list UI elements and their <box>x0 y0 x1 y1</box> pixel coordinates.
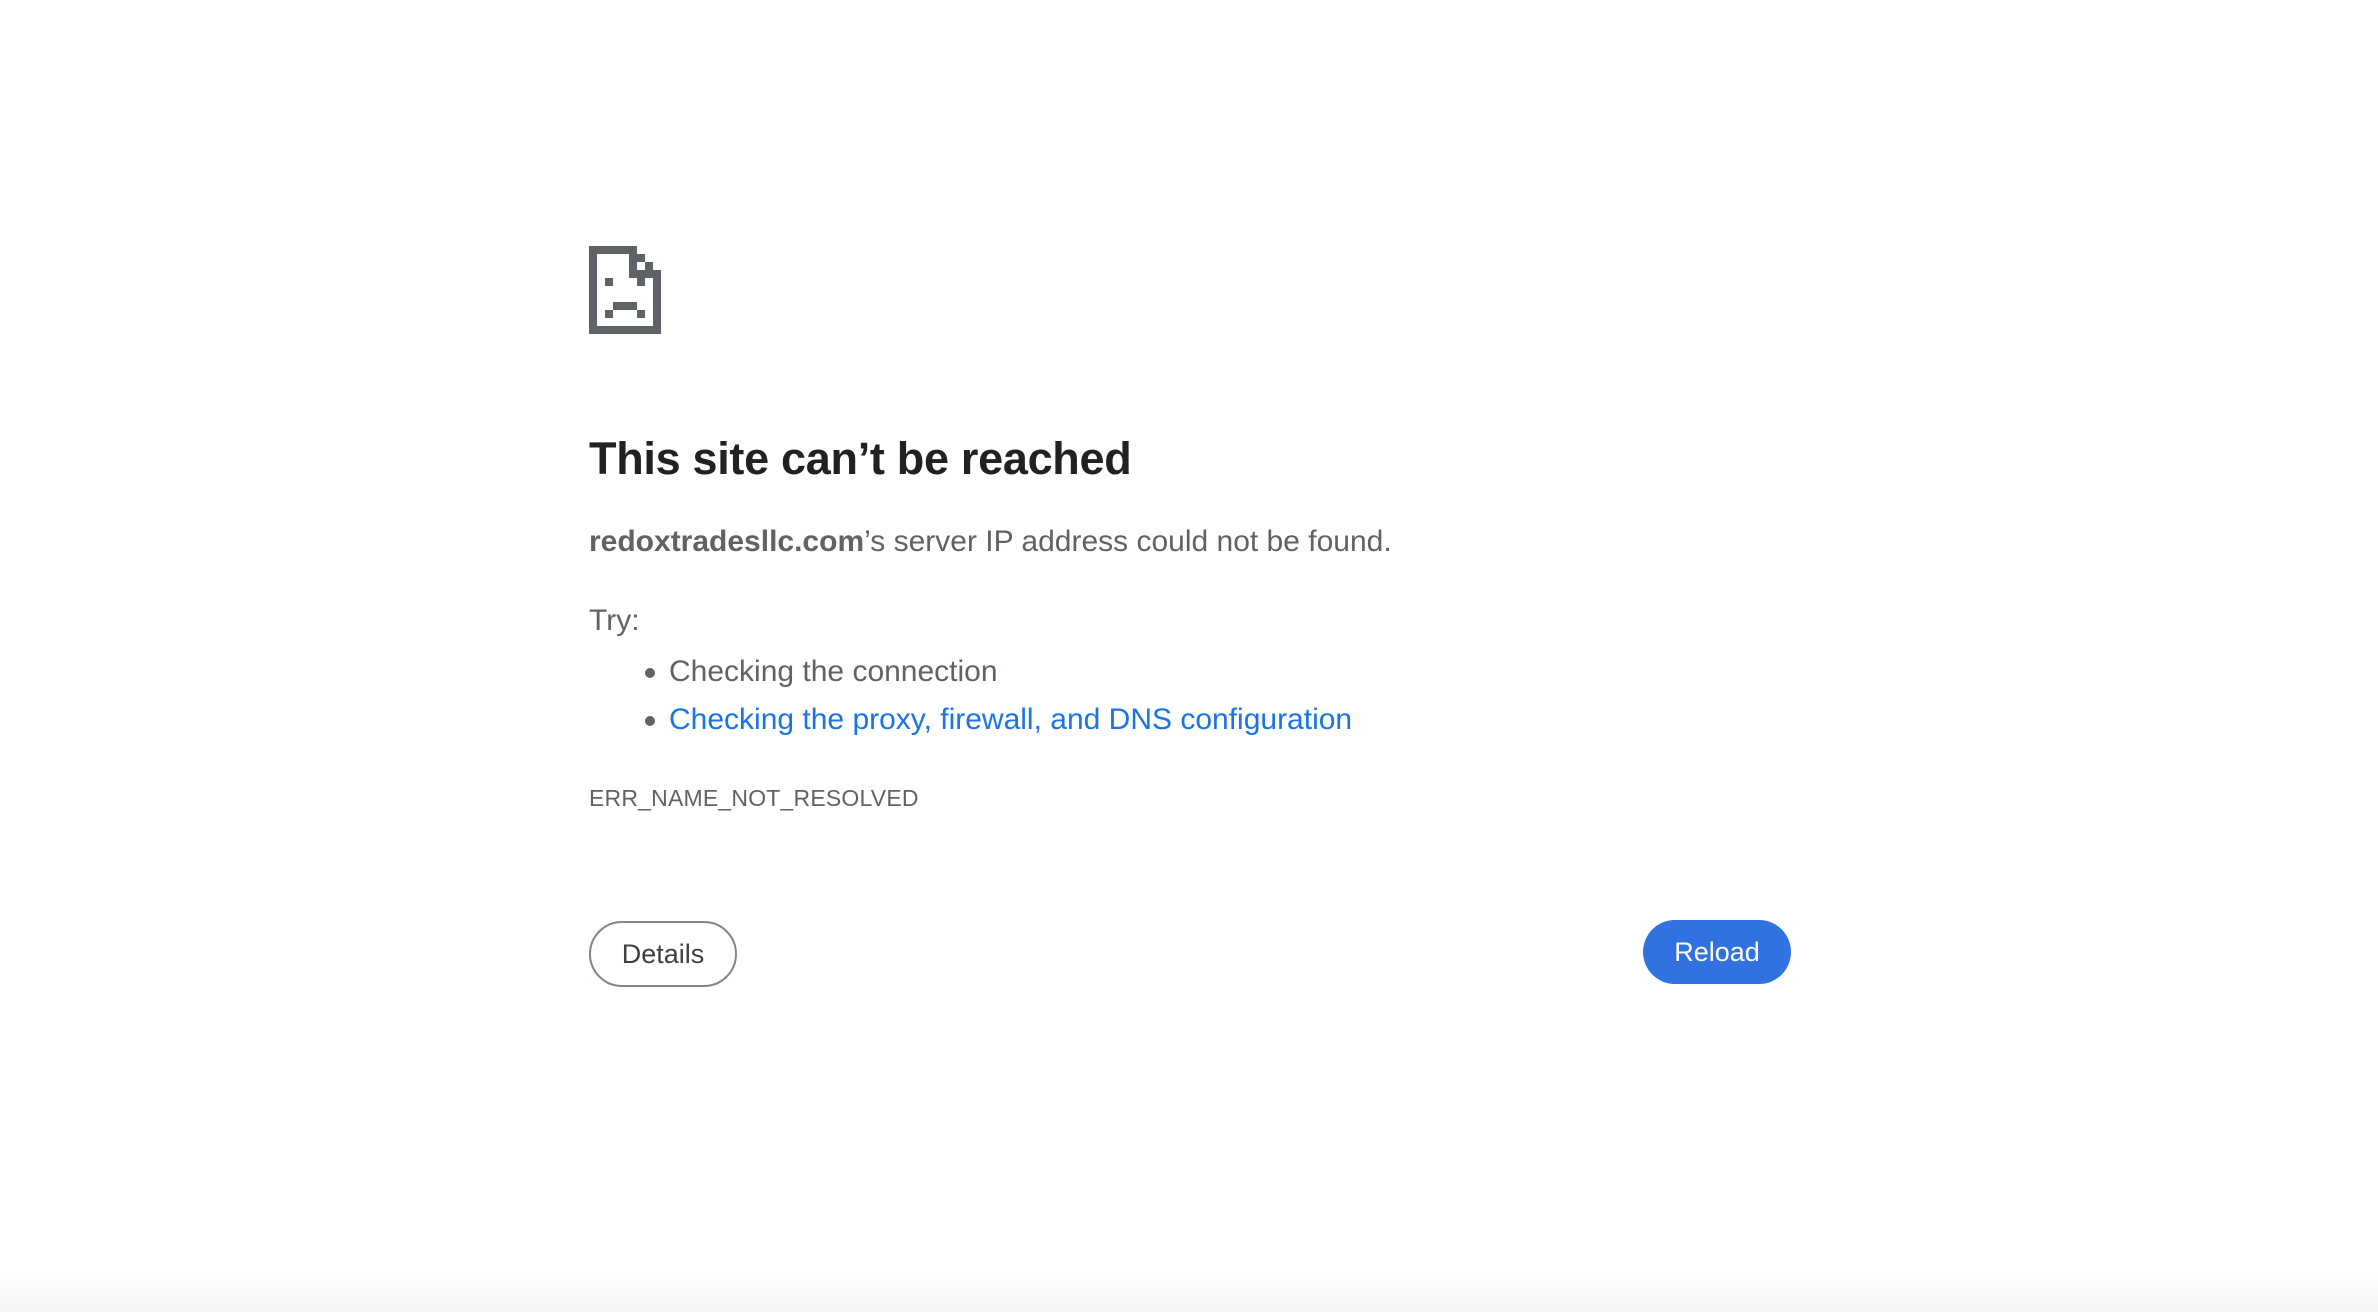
try-label: Try: <box>589 604 640 637</box>
error-host: redoxtradesllc.com <box>589 525 865 558</box>
error-code: ERR_NAME_NOT_RESOLVED <box>589 785 919 811</box>
error-page: This site can’t be reached redoxtradesll… <box>0 0 2378 1312</box>
error-message: ’s server IP address could not be found. <box>864 525 1392 558</box>
bullet-icon <box>645 668 655 678</box>
bottom-shadow <box>0 1272 2378 1312</box>
suggestions-list: Checking the connection Checking the pro… <box>589 648 1352 744</box>
suggestion-proxy-link[interactable]: Checking the proxy, firewall, and DNS co… <box>669 703 1352 736</box>
suggestion-check-connection: Checking the connection <box>669 655 998 688</box>
error-summary: redoxtradesllc.com’s server IP address c… <box>589 522 1392 562</box>
reload-button[interactable]: Reload <box>1643 920 1791 984</box>
details-button[interactable]: Details <box>589 921 737 987</box>
suggestion-item: Checking the proxy, firewall, and DNS co… <box>589 696 1352 744</box>
sad-document-icon <box>589 246 661 334</box>
error-content: This site can’t be reached redoxtradesll… <box>589 246 1791 987</box>
bullet-icon <box>645 716 655 726</box>
suggestion-item: Checking the connection <box>589 648 1352 696</box>
page-title: This site can’t be reached <box>589 433 1132 484</box>
